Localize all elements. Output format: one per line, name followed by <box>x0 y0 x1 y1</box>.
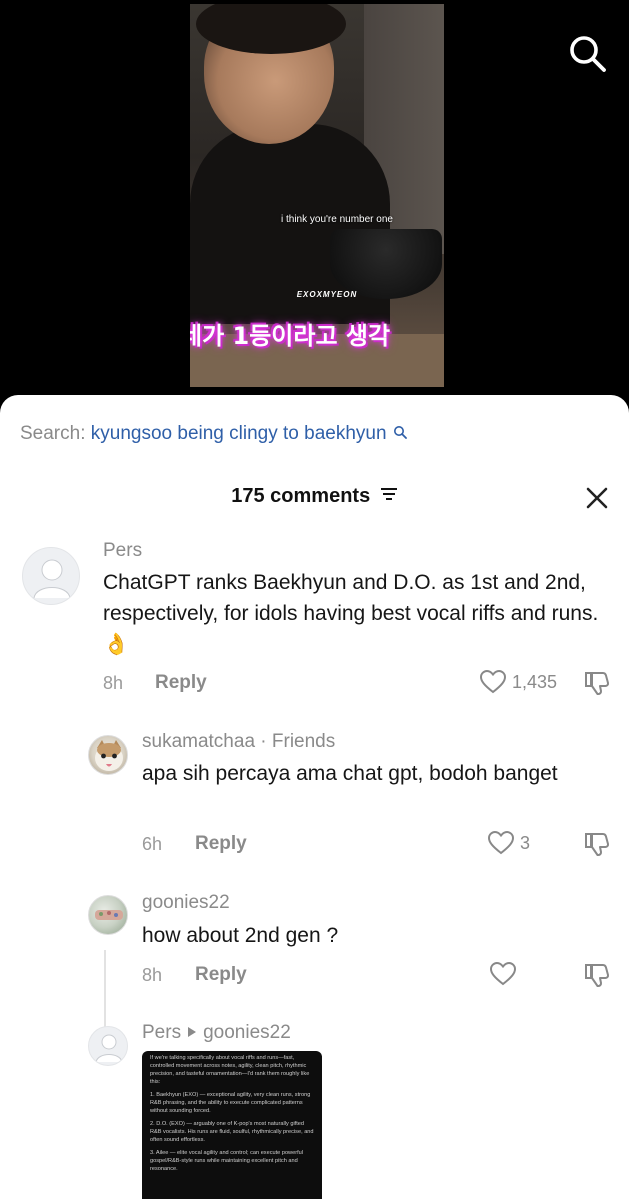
attachment-text-line: 1. Baekhyun (EXO) — exceptional agility,… <box>150 1092 311 1114</box>
comment-username[interactable]: Pers <box>142 1022 181 1044</box>
comments-count: 175 comments <box>231 485 371 507</box>
video-watermark: EXOXMYEON <box>296 290 358 299</box>
search-prefix: Search: <box>20 423 86 444</box>
comment-image-attachment[interactable]: If we're talking specifically about voca… <box>142 1051 322 1199</box>
comment-text: how about 2nd gen ? <box>142 924 339 947</box>
avatar[interactable] <box>88 735 128 775</box>
close-icon[interactable] <box>584 485 610 511</box>
dislike-icon[interactable] <box>584 962 610 988</box>
like-button[interactable] <box>490 962 516 986</box>
video-subtitle-korean: 네가 1등이라고 생각 <box>190 322 391 350</box>
like-button[interactable]: 1,435 <box>480 670 557 694</box>
reply-arrow-icon <box>187 1022 197 1044</box>
heart-icon <box>488 831 514 855</box>
comment-username[interactable]: goonies22 <box>142 892 230 914</box>
avatar[interactable] <box>88 895 128 935</box>
comment-username[interactable]: sukamatchaa · Friends <box>142 731 335 753</box>
comment-text: apa sih percaya ama chat gpt, bodoh bang… <box>142 762 558 785</box>
search-icon <box>393 423 407 445</box>
reply-to-username[interactable]: goonies22 <box>203 1022 291 1044</box>
video-player[interactable]: i think you're number one EXOXMYEON 네가 1… <box>190 4 444 387</box>
video-area[interactable]: i think you're number one EXOXMYEON 네가 1… <box>0 0 629 410</box>
reply-button[interactable]: Reply <box>195 833 247 855</box>
reply-button[interactable]: Reply <box>195 964 247 986</box>
comment-time: 8h <box>103 673 124 693</box>
avatar[interactable] <box>22 547 80 605</box>
search-query-link[interactable]: kyungsoo being clingy to baekhyun <box>91 423 387 444</box>
heart-icon <box>490 962 516 986</box>
dislike-icon[interactable] <box>584 670 610 696</box>
comment-time: 6h <box>142 834 163 854</box>
comments-header: 175 comments <box>0 485 629 508</box>
attachment-text-line: If we're talking specifically about voca… <box>150 1055 310 1085</box>
search-icon[interactable] <box>566 32 608 74</box>
attachment-text-line: 3. Ailee — elite vocal agility and contr… <box>150 1150 303 1172</box>
like-count: 3 <box>520 832 531 853</box>
comments-sheet: Search: kyungsoo being clingy to baekhyu… <box>0 395 629 1199</box>
video-bowl <box>330 229 442 299</box>
video-subtitle-english: i think you're number one <box>281 214 393 225</box>
comment-username[interactable]: Pers <box>103 540 142 562</box>
like-button[interactable]: 3 <box>488 831 530 855</box>
sort-filter-icon[interactable] <box>380 485 398 508</box>
attachment-text-line: 2. D.O. (EXO) — arguably one of K-pop's … <box>150 1121 314 1143</box>
dislike-icon[interactable] <box>584 831 610 857</box>
like-count: 1,435 <box>512 671 558 692</box>
comment-username-row: Pers goonies22 <box>142 1022 291 1044</box>
search-suggestion[interactable]: Search: kyungsoo being clingy to baekhyu… <box>20 423 407 445</box>
avatar[interactable] <box>88 1026 128 1066</box>
comment-text: ChatGPT ranks Baekhyun and D.O. as 1st a… <box>103 571 599 656</box>
heart-icon <box>480 670 506 694</box>
reply-button[interactable]: Reply <box>155 672 207 694</box>
comment-time: 8h <box>142 965 163 985</box>
